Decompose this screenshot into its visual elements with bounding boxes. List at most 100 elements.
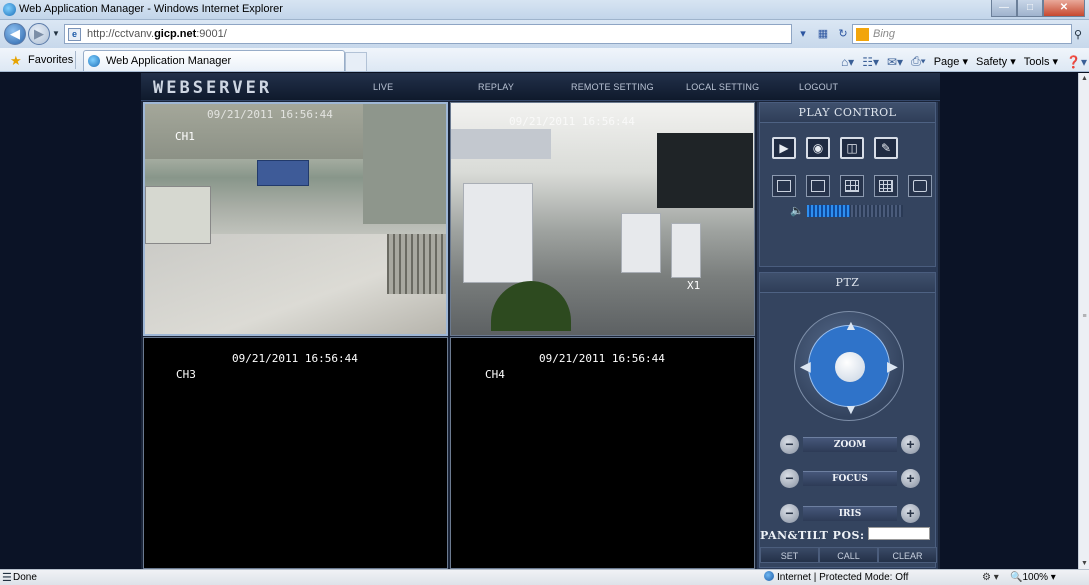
- play-icon[interactable]: ▶: [772, 137, 796, 159]
- browser-tab[interactable]: Web Application Manager: [83, 50, 345, 71]
- page-status-icon: ☰: [2, 572, 12, 584]
- camera-view-ch2[interactable]: 09/21/2011 16:56:44 X1: [450, 102, 755, 336]
- forward-button[interactable]: ▶: [28, 23, 50, 45]
- scene-truck: [257, 160, 309, 186]
- layout-4-icon[interactable]: [806, 175, 830, 197]
- home-icon[interactable]: ⌂▾: [841, 55, 854, 69]
- page-viewport: WEBSERVER LIVE REPLAY REMOTE SETTING LOC…: [0, 73, 1078, 569]
- mail-icon[interactable]: ✉▾: [887, 55, 903, 69]
- feeds-icon[interactable]: ☷▾: [862, 55, 879, 69]
- preset-set-button[interactable]: SET: [760, 547, 819, 563]
- security-zone[interactable]: Internet | Protected Mode: Off: [764, 571, 908, 583]
- url-text[interactable]: http://cctvanv.gicp.net:9001/: [87, 28, 227, 40]
- ptz-direction-pad: ▲ ▼ ◀ ▶: [794, 311, 904, 421]
- vertical-scrollbar[interactable]: ▲ ≡ ▼: [1078, 73, 1089, 569]
- pan-tilt-pos-input[interactable]: [868, 527, 930, 540]
- camera-timestamp: 09/21/2011 16:56:44: [207, 108, 333, 121]
- record-pen-icon[interactable]: ✎: [874, 137, 898, 159]
- favorites-bar: ★ Favorites Web Application Manager ⌂▾ ☷…: [0, 48, 1089, 72]
- zoom-out-icon[interactable]: −: [780, 435, 799, 454]
- ie-logo-icon: [3, 3, 16, 16]
- preset-clear-button[interactable]: CLEAR: [878, 547, 937, 563]
- bing-logo-icon: [856, 28, 869, 41]
- menu-live[interactable]: LIVE: [373, 82, 393, 92]
- ptz-left-icon[interactable]: ◀: [800, 359, 811, 373]
- minimize-button[interactable]: —: [991, 0, 1017, 17]
- play-control-title: PLAY CONTROL: [760, 103, 935, 123]
- scene-kiosk: [671, 223, 701, 278]
- back-button[interactable]: ◀: [4, 23, 26, 45]
- talk-icon[interactable]: ◫: [840, 137, 864, 159]
- scene-tower: [363, 104, 446, 224]
- menu-replay[interactable]: REPLAY: [478, 82, 514, 92]
- ptz-up-icon[interactable]: ▲: [844, 318, 858, 332]
- ptz-section: PTZ ▲ ▼ ◀ ▶ − ZOOM + − FOCUS + − IRIS + …: [759, 272, 937, 568]
- camera-view-ch4[interactable]: 09/21/2011 16:56:44 CH4: [450, 337, 755, 569]
- camera-view-ch1[interactable]: 09/21/2011 16:56:44 CH1: [143, 102, 448, 336]
- focus-minus-icon[interactable]: −: [780, 469, 799, 488]
- play-control-section: PLAY CONTROL ▶ ◉ ◫ ✎ 🔈: [759, 102, 936, 267]
- iris-minus-icon[interactable]: −: [780, 504, 799, 523]
- menu-remote-setting[interactable]: REMOTE SETTING: [571, 82, 654, 92]
- camera-zoom-indicator: X1: [687, 279, 701, 292]
- search-input[interactable]: Bing: [852, 24, 1072, 44]
- snapshot-camera-icon[interactable]: ◉: [806, 137, 830, 159]
- ptz-center-button[interactable]: [835, 352, 865, 382]
- maximize-button[interactable]: □: [1017, 0, 1043, 17]
- webserver-logo: WEBSERVER: [153, 78, 273, 98]
- layout-9-icon[interactable]: [840, 175, 864, 197]
- webserver-app: WEBSERVER LIVE REPLAY REMOTE SETTING LOC…: [141, 73, 940, 569]
- address-bar[interactable]: e http://cctvanv.gicp.net:9001/: [64, 24, 792, 44]
- scroll-grip-icon[interactable]: ≡: [1080, 313, 1089, 320]
- pan-tilt-pos-label: PAN&TILT POS:: [760, 529, 865, 542]
- scroll-up-icon[interactable]: ▲: [1080, 75, 1089, 82]
- refresh-icon[interactable]: ↻: [834, 24, 852, 44]
- volume-slider[interactable]: [806, 204, 903, 217]
- layout-1-icon[interactable]: [772, 175, 796, 197]
- help-icon[interactable]: ❓▾: [1066, 55, 1087, 69]
- scene-banner: [451, 129, 551, 159]
- speaker-icon[interactable]: 🔈: [790, 204, 804, 217]
- volume-control[interactable]: 🔈: [790, 204, 903, 217]
- zoom-in-icon[interactable]: +: [901, 435, 920, 454]
- tools-menu[interactable]: Tools ▾: [1024, 55, 1058, 68]
- camera-channel-label: CH3: [176, 368, 196, 381]
- zoom-label: ZOOM: [803, 437, 897, 452]
- menu-local-setting[interactable]: LOCAL SETTING: [686, 82, 759, 92]
- top-menu: WEBSERVER LIVE REPLAY REMOTE SETTING LOC…: [141, 73, 940, 101]
- tab-label: Web Application Manager: [106, 55, 232, 67]
- iris-plus-icon[interactable]: +: [901, 504, 920, 523]
- favorites-star-icon[interactable]: ★: [10, 53, 22, 69]
- video-grid: 09/21/2011 16:56:44 CH1 09/21/2011 16:56…: [143, 102, 755, 569]
- zoom-level[interactable]: 🔍100% ▾: [1010, 572, 1056, 583]
- compatibility-view-icon[interactable]: ▦: [814, 24, 832, 44]
- recent-pages-dropdown[interactable]: ▼: [52, 29, 60, 38]
- scroll-down-icon[interactable]: ▼: [1080, 560, 1089, 567]
- focus-plus-icon[interactable]: +: [901, 469, 920, 488]
- search-icon[interactable]: ⚲: [1074, 28, 1082, 41]
- favorites-button[interactable]: Favorites: [28, 54, 73, 66]
- safety-menu[interactable]: Safety ▾: [976, 55, 1016, 68]
- tab-ie-icon: [88, 55, 100, 67]
- print-icon[interactable]: ⎙▾: [911, 54, 926, 69]
- preset-call-button[interactable]: CALL: [819, 547, 878, 563]
- address-dropdown-icon[interactable]: ▾: [794, 24, 812, 44]
- menu-logout[interactable]: LOGOUT: [799, 82, 838, 92]
- scene-kiosk: [463, 183, 533, 283]
- fullscreen-icon[interactable]: [908, 175, 932, 197]
- camera-timestamp: 09/21/2011 16:56:44: [509, 115, 635, 128]
- new-tab-button[interactable]: [345, 52, 367, 71]
- ptz-down-icon[interactable]: ▼: [844, 402, 858, 416]
- camera-channel-label: CH1: [175, 130, 195, 143]
- zoom-control: − ZOOM +: [780, 435, 920, 454]
- camera-view-ch3[interactable]: 09/21/2011 16:56:44 CH3: [143, 337, 448, 569]
- address-toolbar: ◀ ▶ ▼ e http://cctvanv.gicp.net:9001/ ▾ …: [0, 20, 1089, 48]
- scene-fence: [387, 234, 446, 294]
- command-bar: ⌂▾ ☷▾ ✉▾ ⎙▾ Page ▾ Safety ▾ Tools ▾ ❓▾: [841, 54, 1089, 69]
- play-buttons: ▶ ◉ ◫ ✎: [772, 137, 898, 159]
- page-menu[interactable]: Page ▾: [934, 55, 968, 68]
- protected-mode-icon[interactable]: ⚙ ▾: [982, 572, 999, 583]
- ptz-right-icon[interactable]: ▶: [887, 359, 898, 373]
- close-window-button[interactable]: ✕: [1043, 0, 1085, 17]
- layout-16-icon[interactable]: [874, 175, 898, 197]
